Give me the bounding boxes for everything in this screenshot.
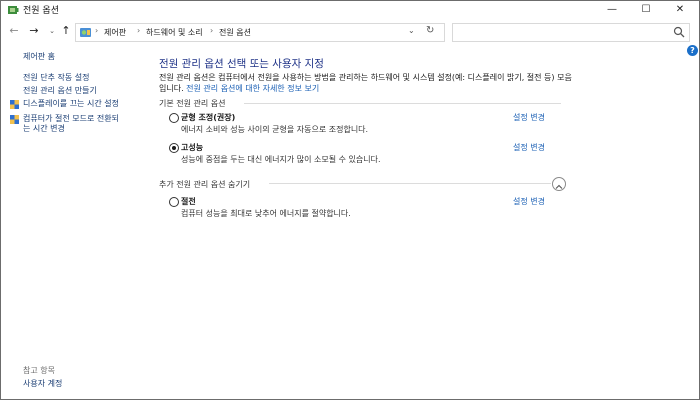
title-bar: 전원 옵션 — ☐ ✕: [1, 1, 699, 19]
plan-desc-balanced: 에너지 소비와 성능 사이의 균형을 자동으로 조정합니다.: [181, 125, 369, 134]
breadcrumb-separator: ›: [137, 26, 141, 35]
sidebar-home-link[interactable]: 제어판 홈: [23, 52, 55, 62]
control-panel-window: 전원 옵션 — ☐ ✕ ← → ⌄ ↑ › 제어판 › 하드웨어 및 소리 › …: [0, 0, 700, 400]
plan-radio-high-performance[interactable]: [169, 143, 179, 153]
breadcrumb-hardware-sound[interactable]: 하드웨어 및 소리: [146, 27, 203, 38]
refresh-icon[interactable]: ↻: [426, 25, 434, 36]
see-also-title: 참고 항목: [23, 366, 55, 375]
plan-name-power-saver[interactable]: 절전: [181, 196, 196, 207]
sidebar-item-power-buttons[interactable]: 전원 단추 작동 설정: [23, 73, 90, 83]
sidebar: 제어판 홈 전원 단추 작동 설정 전원 관리 옵션 만들기 디스플레이를 끄는…: [1, 45, 141, 399]
page-title: 전원 관리 옵션 선택 또는 사용자 지정: [159, 58, 324, 70]
plan-desc-high-performance: 성능에 중점을 두는 대신 에너지가 많이 소모될 수 있습니다.: [181, 155, 381, 164]
section-divider: [244, 103, 561, 104]
section-divider: [269, 183, 551, 184]
sidebar-item-display-off[interactable]: 디스플레이를 끄는 시간 설정: [23, 99, 119, 109]
sidebar-item-create-plan[interactable]: 전원 관리 옵션 만들기: [23, 86, 97, 96]
address-dropdown-icon[interactable]: ⌄: [408, 26, 415, 35]
maximize-button[interactable]: ☐: [629, 1, 663, 19]
shield-icon: [9, 99, 20, 110]
change-settings-high-performance-link[interactable]: 설정 변경: [513, 142, 545, 153]
control-panel-icon: [80, 28, 91, 37]
plan-radio-balanced[interactable]: [169, 113, 179, 123]
breadcrumb-power-options[interactable]: 전원 옵션: [219, 27, 251, 38]
minimize-button[interactable]: —: [595, 1, 629, 19]
window-title: 전원 옵션: [23, 6, 59, 16]
shield-icon: [9, 114, 20, 125]
plan-radio-power-saver[interactable]: [169, 197, 179, 207]
breadcrumb-separator: ›: [210, 26, 214, 35]
breadcrumb-separator: ›: [95, 26, 99, 35]
breadcrumb-control-panel[interactable]: 제어판: [104, 27, 126, 38]
change-settings-balanced-link[interactable]: 설정 변경: [513, 112, 545, 123]
plan-name-high-performance[interactable]: 고성능: [181, 142, 203, 153]
preferred-plans-label: 기본 전원 관리 옵션: [159, 99, 226, 108]
collapse-section-button[interactable]: [552, 177, 566, 191]
address-bar[interactable]: › 제어판 › 하드웨어 및 소리 › 전원 옵션 ⌄ ↻: [75, 23, 445, 42]
back-button[interactable]: ←: [7, 24, 21, 38]
sidebar-item-sleep-line1[interactable]: 컴퓨터가 절전 모드로 전환되: [23, 114, 119, 124]
chevron-up-icon: [555, 184, 563, 189]
search-input[interactable]: [452, 23, 690, 42]
change-settings-power-saver-link[interactable]: 설정 변경: [513, 196, 545, 207]
sidebar-item-sleep-line2[interactable]: 는 시간 변경: [23, 124, 65, 134]
search-icon: [673, 26, 685, 38]
close-button[interactable]: ✕: [663, 1, 697, 19]
help-icon[interactable]: ?: [687, 45, 698, 56]
page-description: 전원 관리 옵션은 컴퓨터에서 전원을 사용하는 방법을 관리하는 하드웨어 및…: [159, 72, 579, 94]
power-options-icon: [8, 6, 19, 14]
more-info-link[interactable]: 전원 관리 옵션에 대한 자세한 정보 보기: [186, 84, 319, 93]
hide-additional-plans-label[interactable]: 추가 전원 관리 옵션 숨기기: [159, 179, 250, 190]
navigation-bar: ← → ⌄ ↑ › 제어판 › 하드웨어 및 소리 › 전원 옵션 ⌄ ↻: [1, 20, 699, 44]
up-button[interactable]: ↑: [59, 24, 73, 38]
plan-desc-power-saver: 컴퓨터 성능을 최대로 낮추어 에너지를 절약합니다.: [181, 209, 351, 218]
see-also-user-accounts[interactable]: 사용자 계정: [23, 379, 62, 389]
forward-button[interactable]: →: [27, 24, 41, 38]
recent-locations-button[interactable]: ⌄: [45, 24, 59, 38]
plan-name-balanced[interactable]: 균형 조정(권장): [181, 112, 235, 123]
